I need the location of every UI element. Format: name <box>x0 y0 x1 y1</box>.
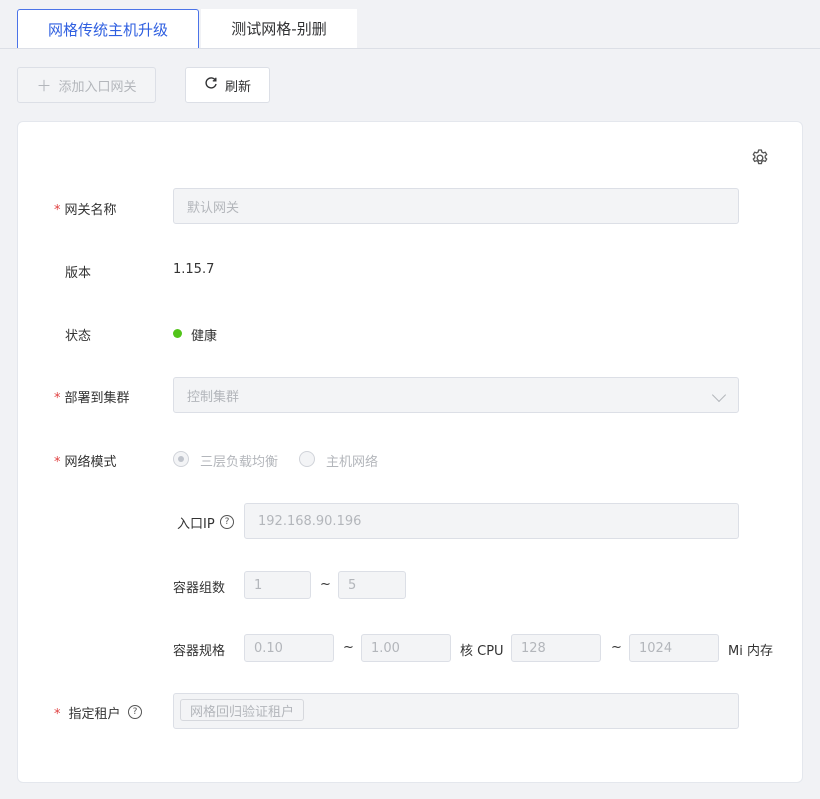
network-mode-label: * 网络模式 <box>54 451 117 470</box>
mem-max-input[interactable]: 1024 <box>629 634 719 662</box>
cpu-min-input[interactable]: 0.10 <box>244 634 334 662</box>
entry-ip-input[interactable]: 192.168.90.196 <box>244 503 739 539</box>
replicas-max-input[interactable]: 5 <box>338 571 406 599</box>
replicas-label: 容器组数 <box>173 581 226 596</box>
cluster-label: * 部署到集群 <box>54 387 130 406</box>
gear-icon[interactable] <box>750 148 770 168</box>
mem-unit-label: Mi 内存 <box>728 644 773 659</box>
required-mark: * <box>54 707 61 722</box>
tenant-tag: 网格回归验证租户 <box>180 699 305 721</box>
replicas-max-value: 5 <box>348 577 357 593</box>
replicas-min-value: 1 <box>254 577 263 593</box>
version-value: 1.15.7 <box>173 262 215 277</box>
entry-ip-value: 192.168.90.196 <box>258 513 362 529</box>
cpu-max-input[interactable]: 1.00 <box>361 634 451 662</box>
tab-label: 测试网格-别删 <box>231 20 327 38</box>
spec-label: 容器规格 <box>173 644 226 659</box>
required-mark: * <box>54 203 61 218</box>
replicas-min-input[interactable]: 1 <box>244 571 311 599</box>
tab-label: 网格传统主机升级 <box>47 20 168 39</box>
tenant-label: * 指定租户 <box>54 703 121 722</box>
status-value: 健康 <box>191 329 218 344</box>
mem-min-value: 128 <box>521 640 546 656</box>
gateway-name-placeholder: 默认网关 <box>187 200 240 216</box>
mem-min-input[interactable]: 128 <box>511 634 601 662</box>
entry-ip-label: 入口IP <box>177 517 215 532</box>
range-separator: ~ <box>320 577 331 592</box>
tenant-text: 指定租户 <box>68 707 121 722</box>
radio-host-label: 主机网络 <box>326 455 379 470</box>
cpu-unit-label: 核 CPU <box>460 644 504 659</box>
gateway-name-label: * 网关名称 <box>54 199 117 218</box>
range-separator: ~ <box>343 640 354 655</box>
cluster-select[interactable]: 控制集群 <box>173 377 739 413</box>
network-mode-text: 网络模式 <box>64 455 117 470</box>
tab-test-mesh[interactable]: 测试网格-别删 <box>201 9 357 48</box>
add-gateway-label: 添加入口网关 <box>58 79 137 95</box>
version-label: 版本 <box>65 266 92 281</box>
mem-max-value: 1024 <box>639 640 673 656</box>
plus-icon: ＋ <box>36 76 52 95</box>
required-mark: * <box>54 455 61 470</box>
radio-host-network[interactable] <box>299 451 315 467</box>
cpu-max-value: 1.00 <box>371 640 400 656</box>
tab-mesh-upgrade[interactable]: 网格传统主机升级 <box>17 9 199 48</box>
add-gateway-button[interactable]: ＋ 添加入口网关 <box>17 67 156 103</box>
help-icon[interactable]: ? <box>220 515 234 529</box>
radio-l3-label: 三层负载均衡 <box>200 455 279 470</box>
tenant-tag-label: 网格回归验证租户 <box>190 704 295 720</box>
refresh-icon <box>204 76 218 94</box>
refresh-button[interactable]: 刷新 <box>185 67 270 103</box>
required-mark: * <box>54 391 61 406</box>
cluster-value: 控制集群 <box>187 389 240 405</box>
status-label: 状态 <box>65 329 92 344</box>
gateway-name-input[interactable]: 默认网关 <box>173 188 739 224</box>
cpu-min-value: 0.10 <box>254 640 283 656</box>
tab-bar: 网格传统主机升级 测试网格-别删 <box>0 0 820 49</box>
cluster-text: 部署到集群 <box>64 391 130 406</box>
radio-l3-load-balancer[interactable] <box>173 451 189 467</box>
refresh-label: 刷新 <box>224 79 251 95</box>
help-icon[interactable]: ? <box>128 705 142 719</box>
status-dot <box>173 329 182 338</box>
range-separator: ~ <box>611 640 622 655</box>
gateway-name-text: 网关名称 <box>64 203 117 218</box>
